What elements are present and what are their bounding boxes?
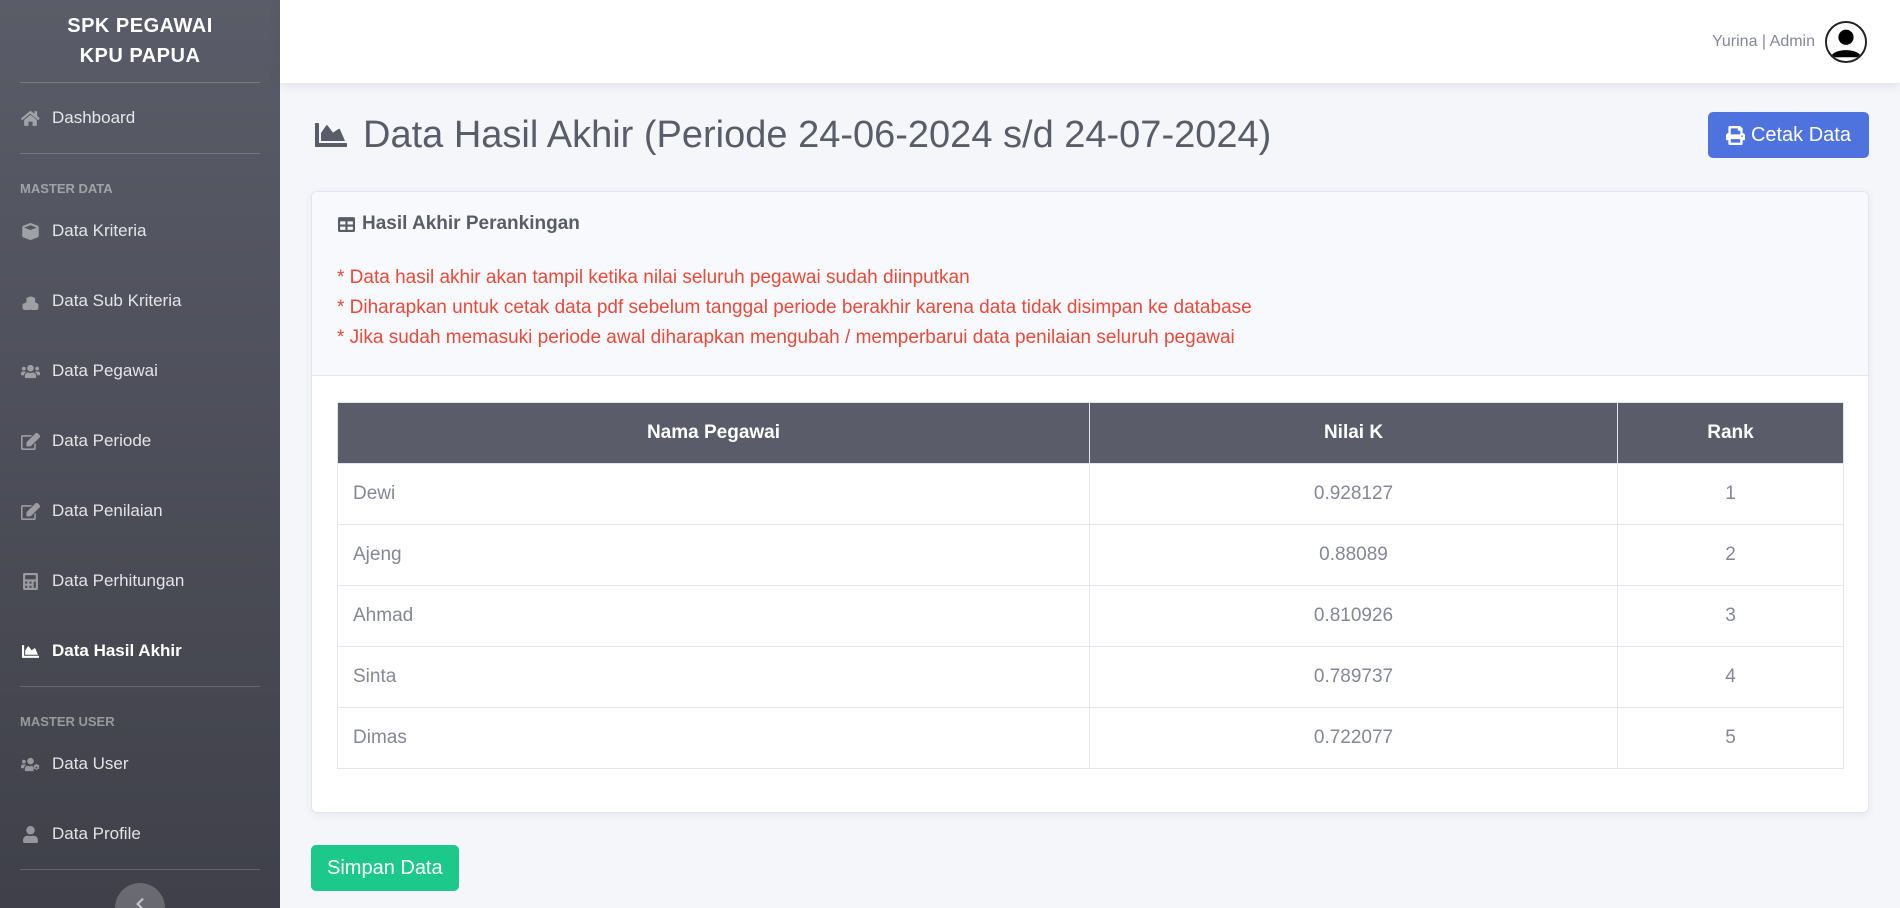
table-row: Ahmad 0.810926 3: [337, 585, 1844, 647]
table-row: Dewi 0.928127 1: [337, 463, 1844, 525]
sidebar-item-data-pegawai[interactable]: Data Pegawai: [0, 336, 280, 406]
column-header-nama: Nama Pegawai: [337, 402, 1090, 464]
sidebar-item-data-sub-kriteria[interactable]: Data Sub Kriteria: [0, 266, 280, 336]
notes: * Data hasil akhir akan tampil ketika ni…: [337, 263, 1843, 353]
sidebar-item-data-user[interactable]: Data User: [0, 729, 280, 799]
sidebar-item-label: Dashboard: [52, 108, 136, 127]
sidebar-item-label: Data Penilaian: [52, 501, 163, 520]
chevron-left-icon: [136, 898, 144, 908]
sidebar-divider: [20, 869, 260, 870]
cell-nama: Ajeng: [337, 524, 1090, 586]
note-text: * Jika sudah memasuki periode awal dihar…: [337, 327, 1235, 348]
cell-nilai: 0.88089: [1089, 524, 1618, 586]
users-cog-icon: [20, 755, 40, 773]
ranking-table-wrapper: Nama Pegawai Nilai K Rank Dewi 0.928127 …: [337, 402, 1844, 769]
avatar[interactable]: [1825, 20, 1867, 63]
note-text: * Diharapkan untuk cetak data pdf sebelu…: [337, 297, 1252, 318]
chart-area-icon: [315, 123, 347, 147]
chart-area-icon: [20, 642, 40, 660]
sidebar-divider: [20, 686, 260, 687]
users-icon: [20, 362, 40, 380]
section-heading-master-user: MASTER USER: [20, 714, 115, 729]
cell-rank: 4: [1617, 646, 1844, 708]
cell-nama: Dimas: [337, 707, 1090, 769]
sidebar-item-label: Data Perhitungan: [52, 571, 185, 590]
note-text: * Data hasil akhir akan tampil ketika ni…: [337, 267, 970, 288]
sidebar-item-label: Data User: [52, 754, 129, 773]
column-header-nilai: Nilai K: [1089, 402, 1618, 464]
brand-line-1: SPK PEGAWAI: [67, 15, 213, 37]
user-icon: [20, 825, 40, 843]
print-button[interactable]: Cetak Data: [1707, 112, 1869, 158]
topbar: Yurina | Admin: [280, 0, 1900, 83]
sidebar-item-data-profile[interactable]: Data Profile: [0, 799, 280, 869]
sidebar-divider: [20, 153, 260, 154]
cell-rank: 1: [1617, 463, 1844, 525]
sidebar: SPK PEGAWAI KPU PAPUA Dashboard MASTER D…: [0, 0, 280, 908]
sidebar-item-label: Data Pegawai: [52, 361, 158, 380]
user-avatar-icon: [1827, 22, 1865, 61]
sidebar-item-label: Data Profile: [52, 824, 141, 843]
table-row: Sinta 0.789737 4: [337, 646, 1844, 708]
sidebar-item-data-periode[interactable]: Data Periode: [0, 406, 280, 476]
card-title-text: Hasil Akhir Perankingan: [362, 213, 580, 234]
home-icon: [20, 109, 40, 127]
section-heading-master-data: MASTER DATA: [20, 181, 113, 196]
sidebar-item-label: Data Periode: [52, 431, 152, 450]
sidebar-item-data-penilaian[interactable]: Data Penilaian: [0, 476, 280, 546]
cubes-icon: [20, 292, 40, 310]
cell-rank: 3: [1617, 585, 1844, 647]
cell-nilai: 0.722077: [1089, 707, 1618, 769]
save-button[interactable]: Simpan Data: [311, 845, 459, 891]
edit-icon: [20, 432, 40, 450]
cube-icon: [20, 222, 40, 240]
ranking-table: Nama Pegawai Nilai K Rank Dewi 0.928127 …: [337, 402, 1844, 769]
page-title: Data Hasil Akhir (Periode 24-06-2024 s/d…: [313, 114, 1271, 157]
sidebar-item-data-perhitungan[interactable]: Data Perhitungan: [0, 546, 280, 616]
calculator-icon: [20, 572, 40, 590]
user-name[interactable]: Yurina | Admin: [1712, 33, 1815, 51]
results-card: Hasil Akhir Perankingan * Data hasil akh…: [311, 191, 1869, 813]
table-icon: [338, 216, 355, 232]
sidebar-item-label: Data Kriteria: [52, 221, 147, 240]
print-button-label: Cetak Data: [1750, 123, 1851, 146]
cell-nama: Dewi: [337, 463, 1090, 525]
page-title-text: Data Hasil Akhir (Periode 24-06-2024 s/d…: [363, 113, 1272, 156]
brand-line-2: KPU PAPUA: [79, 45, 201, 67]
cell-nilai: 0.928127: [1089, 463, 1618, 525]
cell-rank: 5: [1617, 707, 1844, 769]
cell-nama: Ahmad: [337, 585, 1090, 647]
cell-nama: Sinta: [337, 646, 1090, 708]
cell-nilai: 0.789737: [1089, 646, 1618, 708]
cell-nilai: 0.810926: [1089, 585, 1618, 647]
card-title: Hasil Akhir Perankingan: [337, 212, 1843, 236]
print-icon: [1725, 125, 1745, 145]
sidebar-item-label: Data Sub Kriteria: [52, 291, 182, 310]
sidebar-item-label: Data Hasil Akhir: [52, 641, 182, 660]
table-row: Ajeng 0.88089 2: [337, 524, 1844, 586]
edit-icon: [20, 502, 40, 520]
sidebar-toggle-button[interactable]: [115, 883, 165, 908]
brand[interactable]: SPK PEGAWAI KPU PAPUA: [0, 0, 280, 82]
column-header-rank: Rank: [1617, 402, 1844, 464]
table-row: Dimas 0.722077 5: [337, 707, 1844, 769]
cell-rank: 2: [1617, 524, 1844, 586]
page-heading: Data Hasil Akhir (Periode 24-06-2024 s/d…: [313, 108, 1869, 162]
table-header-row: Nama Pegawai Nilai K Rank: [337, 402, 1844, 464]
card-header: Hasil Akhir Perankingan * Data hasil akh…: [312, 192, 1868, 376]
sidebar-item-data-hasil-akhir[interactable]: Data Hasil Akhir: [0, 616, 280, 686]
sidebar-item-dashboard[interactable]: Dashboard: [0, 83, 280, 153]
sidebar-item-data-kriteria[interactable]: Data Kriteria: [0, 196, 280, 266]
